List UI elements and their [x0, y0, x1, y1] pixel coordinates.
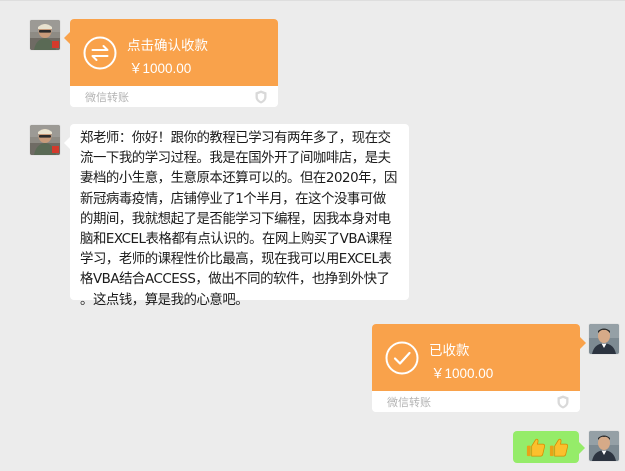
- transfer-amount: ￥1000.00: [431, 366, 494, 381]
- transfer-label: 微信转账: [85, 92, 129, 104]
- top-divider: [0, 0, 625, 1]
- transfer-title: 点击确认收款: [127, 38, 208, 53]
- message-line: 格VBA结合ACCESS，做出不同的软件，也挣到外快了: [80, 272, 390, 288]
- message-line: 的期间，我就想起了是否能学习下编程，因我本身对电: [80, 211, 391, 227]
- avatar-image: [30, 125, 60, 155]
- transfer-card-header: 点击确认收款 ￥1000.00: [70, 19, 278, 86]
- transfer-title: 已收款: [429, 343, 470, 358]
- transfer-amount: ￥1000.00: [129, 61, 192, 76]
- bubble-tail: [579, 442, 585, 454]
- avatar-image: [30, 20, 60, 50]
- text-message-bubble[interactable]: 郑老师：你好！跟你的教程已学习有两年多了，现在交 流一下我的学习过程。我是在国外…: [64, 124, 409, 308]
- transfer-label: 微信转账: [387, 397, 431, 409]
- message-line: 。这点钱，算是我的心意吧。: [80, 292, 249, 308]
- avatar-image: [589, 431, 619, 461]
- thumbs-up-icon: [526, 438, 546, 457]
- message-line: 流一下我的学习过程。我是在国外开了间咖啡店，是夫: [80, 151, 391, 167]
- shield-icon: [557, 395, 569, 409]
- transfer-card-footer: 微信转账: [372, 391, 580, 412]
- avatar-image: [589, 324, 619, 354]
- self-avatar[interactable]: [589, 431, 619, 461]
- transfer-card-footer: 微信转账: [70, 86, 278, 107]
- message-line: 郑老师：你好！跟你的教程已学习有两年多了，现在交: [80, 131, 391, 146]
- message-line: 学习，老师的课程性价比最高，现在我可以用EXCEL表: [80, 252, 392, 268]
- message-line: 脑和EXCEL表格都有点认识的。在网上购买了VBA课程: [80, 232, 392, 248]
- sender-avatar[interactable]: [30, 20, 60, 50]
- transfer-card-received[interactable]: 已收款 ￥1000.00 微信转账: [372, 324, 586, 412]
- thumbs-up-icon: [549, 438, 569, 457]
- message-line: 新冠病毒疫情，店铺停业了1个半月，在这个没事可做: [80, 191, 386, 207]
- message-line: 妻档的小生意，生意原本还算可以的。但在2020年，因: [80, 171, 397, 187]
- emoji-message-bubble[interactable]: [513, 431, 585, 463]
- transfer-card-header: 已收款 ￥1000.00: [372, 324, 580, 391]
- self-avatar[interactable]: [589, 324, 619, 354]
- sender-avatar[interactable]: [30, 125, 60, 155]
- transfer-arrows-icon: [83, 36, 117, 70]
- shield-icon: [255, 90, 267, 104]
- transfer-card-pending[interactable]: 点击确认收款 ￥1000.00 微信转账: [64, 19, 278, 107]
- check-circle-icon: [385, 341, 419, 375]
- bubble-tail: [64, 137, 70, 149]
- bubble-tail: [580, 337, 586, 349]
